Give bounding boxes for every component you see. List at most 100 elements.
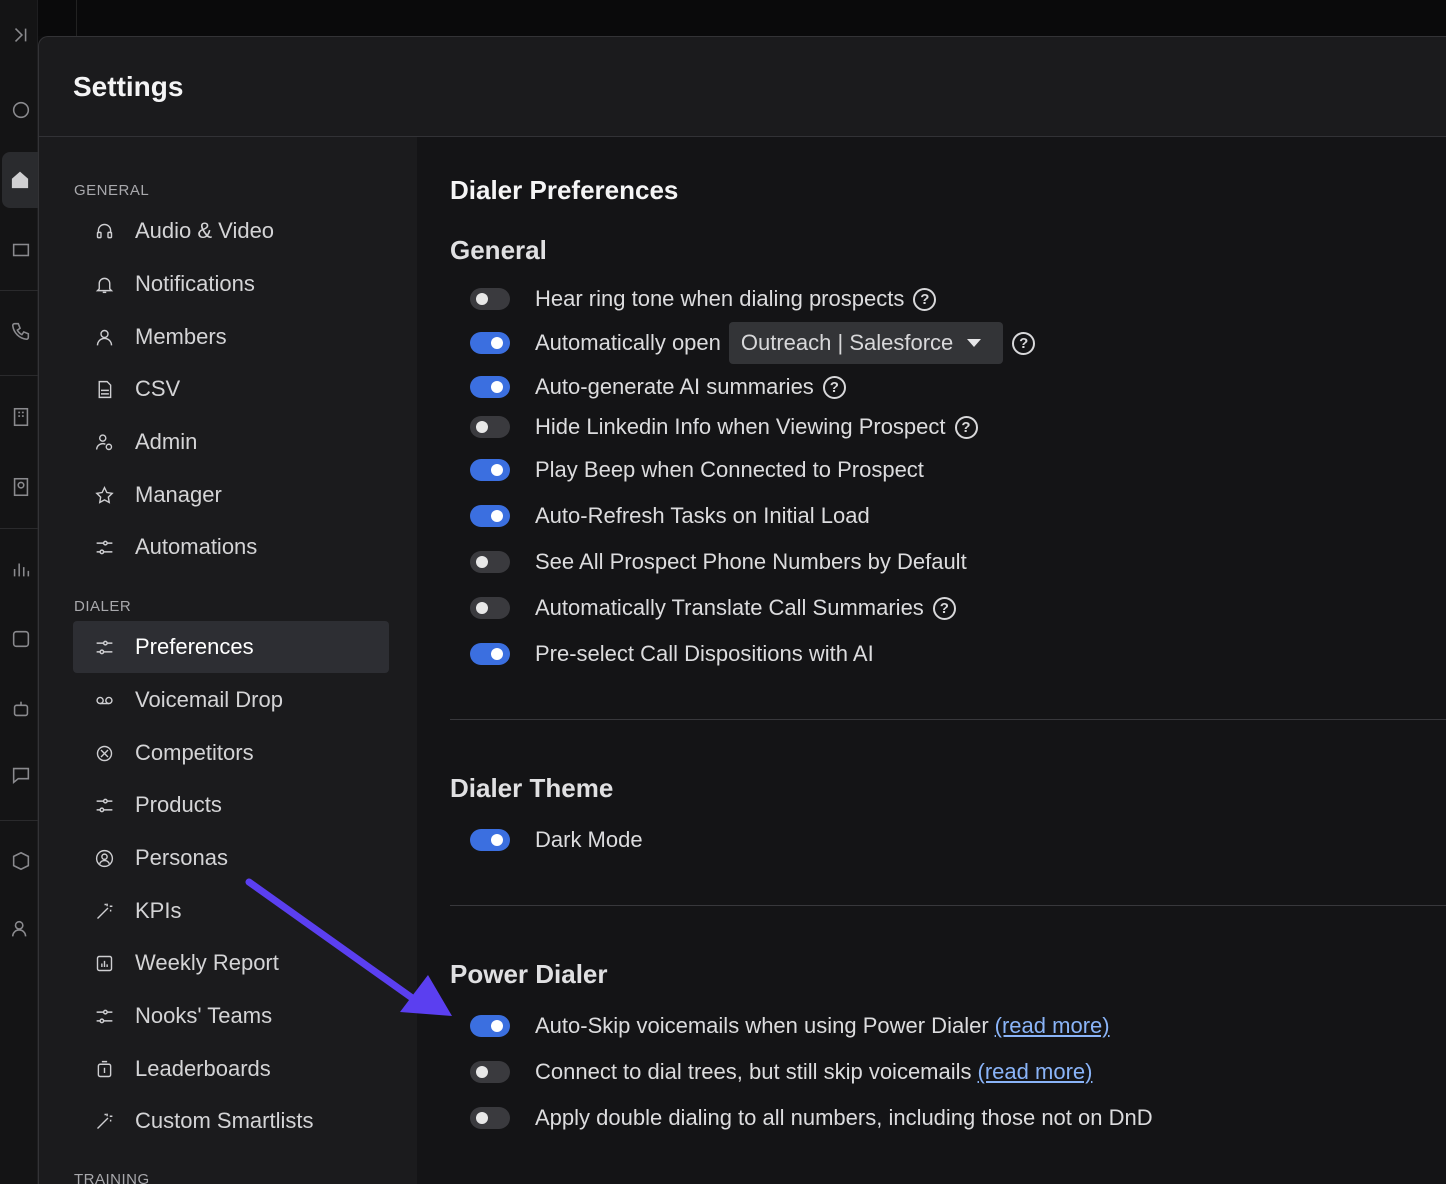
sidebar-item-personas[interactable]: Personas — [73, 832, 389, 884]
sidebar-item-weekly-report[interactable]: Weekly Report — [73, 937, 389, 989]
toggle-switch[interactable] — [470, 288, 510, 310]
report-chart-icon — [93, 952, 115, 974]
setting-row: Apply double dialing to all numbers, inc… — [470, 1100, 1153, 1136]
sidebar-item-notifications[interactable]: Notifications — [73, 258, 389, 310]
sidebar-item-manager[interactable]: Manager — [73, 469, 389, 521]
sidebar-item-csv[interactable]: CSV — [73, 363, 389, 415]
crm-select-value: Outreach | Salesforce — [740, 330, 954, 355]
setting-row: See All Prospect Phone Numbers by Defaul… — [470, 544, 967, 580]
sidebar-item-competitors[interactable]: Competitors — [73, 727, 389, 779]
sidebar-item-voicemail-drop[interactable]: Voicemail Drop — [73, 674, 389, 726]
search-icon[interactable] — [6, 95, 36, 125]
phone-icon[interactable] — [6, 316, 36, 346]
bot-icon[interactable] — [6, 694, 36, 724]
contacts-icon[interactable] — [6, 472, 36, 502]
sidebar-item-nooks-teams[interactable]: Nooks' Teams — [73, 990, 389, 1042]
sidebar-item-label: CSV — [135, 376, 181, 401]
toggle-switch[interactable] — [470, 505, 510, 527]
sliders-icon — [93, 636, 115, 658]
crm-select[interactable]: Outreach | Salesforce — [728, 322, 1004, 364]
setting-label: Play Beep when Connected to Prospect — [535, 457, 924, 482]
sidebar-item-label: Products — [135, 792, 222, 817]
headset-icon — [93, 220, 115, 242]
toggle-switch[interactable] — [470, 376, 510, 398]
toggle-switch[interactable] — [470, 1015, 510, 1037]
sidebar-item-label: Members — [135, 324, 227, 349]
user-icon — [93, 326, 115, 348]
help-icon[interactable]: ? — [913, 287, 937, 311]
sliders-icon — [93, 794, 115, 816]
inbox-icon[interactable] — [6, 235, 36, 265]
divider — [450, 719, 1446, 720]
admin-icon — [93, 431, 115, 453]
sidebar-item-label: Audio & Video — [135, 218, 275, 243]
setting-label: Auto-generate AI summaries — [535, 374, 814, 399]
page-title: Dialer Preferences — [450, 175, 679, 205]
sidebar-item-kpis[interactable]: KPIs — [73, 885, 389, 937]
setting-row: Automatically Translate Call Summaries ? — [470, 590, 956, 626]
setting-row: Connect to dial trees, but still skip vo… — [470, 1054, 1092, 1090]
sidebar-item-label: KPIs — [135, 898, 182, 923]
setting-label: Auto-Refresh Tasks on Initial Load — [535, 503, 870, 528]
section-label-general: GENERAL — [74, 182, 150, 199]
toggle-switch[interactable] — [470, 829, 510, 851]
sidebar-item-label: Admin — [135, 429, 198, 454]
home-icon[interactable] — [2, 152, 38, 208]
toggle-switch[interactable] — [470, 416, 510, 438]
sidebar-item-automations[interactable]: Automations — [73, 521, 389, 573]
help-icon[interactable]: ? — [954, 415, 978, 439]
setting-label: Dark Mode — [535, 827, 643, 852]
sidebar-item-admin[interactable]: Admin — [73, 416, 389, 468]
setting-label: Hear ring tone when dialing prospects — [535, 286, 905, 311]
sidebar-item-custom-smartlists[interactable]: Custom Smartlists — [73, 1095, 389, 1147]
help-icon[interactable]: ? — [932, 596, 956, 620]
setting-row: Auto-Skip voicemails when using Power Di… — [470, 1008, 1110, 1044]
magic-wand-icon — [93, 1110, 115, 1132]
sidebar-item-label: Weekly Report — [135, 950, 279, 975]
sidebar-item-products[interactable]: Products — [73, 779, 389, 831]
caret-down-icon — [967, 339, 982, 347]
toggle-switch[interactable] — [470, 643, 510, 665]
call-log-icon[interactable] — [6, 624, 36, 654]
help-icon[interactable]: ? — [1012, 331, 1036, 355]
sidebar-item-members[interactable]: Members — [73, 311, 389, 363]
setting-row: Hear ring tone when dialing prospects ? — [470, 281, 937, 317]
sidebar-item-preferences[interactable]: Preferences — [73, 621, 389, 673]
sidebar-item-label: Preferences — [135, 634, 254, 659]
sidebar-item-label: Voicemail Drop — [135, 687, 283, 712]
magic-wand-icon — [93, 900, 115, 922]
expand-icon[interactable] — [6, 20, 36, 50]
help-icon[interactable]: ? — [822, 375, 846, 399]
toggle-switch[interactable] — [470, 551, 510, 573]
sliders-icon — [93, 536, 115, 558]
sidebar-item-label: Personas — [135, 845, 228, 870]
section-heading-general: General — [450, 235, 547, 265]
toggle-switch[interactable] — [470, 1107, 510, 1129]
setting-row: Auto-generate AI summaries ? — [470, 369, 846, 405]
toggle-switch[interactable] — [470, 597, 510, 619]
sidebar-item-label: Leaderboards — [135, 1056, 271, 1081]
modal-header: Settings — [39, 37, 1446, 137]
section-label-dialer: DIALER — [74, 598, 132, 615]
analytics-icon[interactable] — [6, 554, 36, 584]
sidebar-item-leaderboards[interactable]: Leaderboards — [73, 1043, 389, 1095]
star-icon — [93, 484, 115, 506]
sidebar-item-audio-video[interactable]: Audio & Video — [73, 205, 389, 257]
building-icon[interactable] — [6, 402, 36, 432]
toggle-switch[interactable] — [470, 459, 510, 481]
cube-icon[interactable] — [6, 846, 36, 876]
toggle-switch[interactable] — [470, 332, 510, 354]
preferences-panel: Dialer Preferences General Hear ring ton… — [417, 137, 1446, 1184]
setting-label: See All Prospect Phone Numbers by Defaul… — [535, 549, 967, 574]
read-more-link[interactable]: (read more) — [978, 1059, 1093, 1085]
setting-label: Auto-Skip voicemails when using Power Di… — [535, 1013, 989, 1038]
chat-icon[interactable] — [6, 760, 36, 790]
sliders-icon — [93, 1005, 115, 1027]
section-label-training: TRAINING — [74, 1171, 150, 1184]
toggle-switch[interactable] — [470, 1061, 510, 1083]
sidebar-item-label: Automations — [135, 534, 258, 559]
team-icon[interactable] — [6, 914, 36, 944]
sidebar-item-label: Competitors — [135, 740, 254, 765]
persona-icon — [93, 847, 115, 869]
read-more-link[interactable]: (read more) — [995, 1013, 1110, 1039]
